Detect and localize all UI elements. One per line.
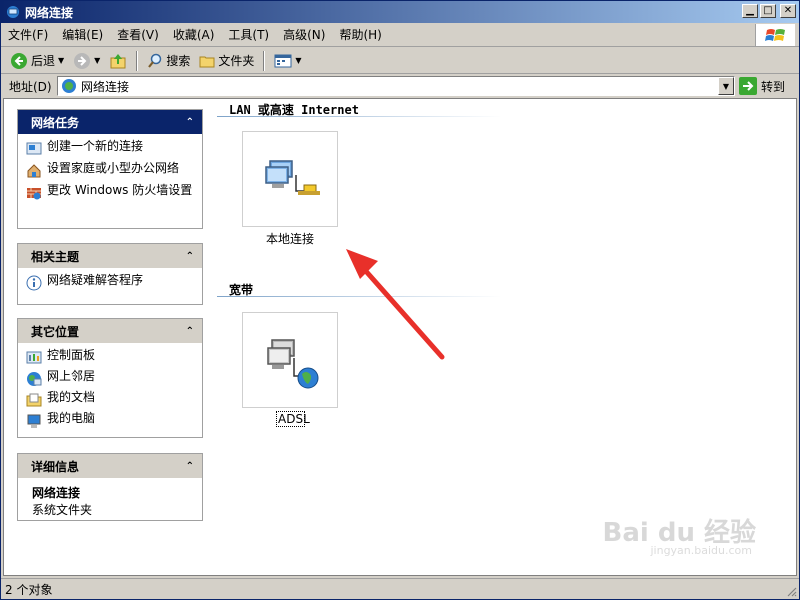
views-dropdown-icon: ▼	[295, 56, 302, 65]
windows-logo-icon	[755, 24, 795, 46]
up-folder-icon	[110, 53, 126, 68]
close-icon: ✕	[783, 5, 793, 16]
window-title: 网络连接	[25, 5, 74, 20]
views-icon	[274, 54, 292, 67]
back-dropdown-icon[interactable]: ▼	[58, 56, 64, 65]
watermark-url: jingyan.baidu.com	[650, 544, 752, 557]
chevron-down-icon: ▼	[722, 81, 730, 91]
menu-bar: 文件(F) 编辑(E) 查看(V) 收藏(A) 工具(T) 高级(N) 帮助(H…	[1, 23, 799, 47]
folder-icon	[199, 56, 215, 67]
go-label: 转到	[761, 79, 786, 94]
forward-button[interactable]: ▼	[70, 50, 103, 72]
search-button[interactable]: 搜索	[144, 50, 193, 72]
status-text: 2 个对象	[5, 582, 53, 597]
close-button[interactable]: ✕	[780, 4, 796, 18]
up-folder-button[interactable]	[106, 50, 130, 72]
maximize-button[interactable]: □	[760, 4, 776, 18]
address-input[interactable]: 网络连接 ▼	[57, 76, 735, 96]
title-bar[interactable]: 网络连接 ▁ □ ✕	[1, 1, 799, 23]
toolbar-separator	[263, 50, 266, 71]
back-arrow-icon	[11, 52, 27, 69]
views-button[interactable]: ▼	[271, 50, 304, 72]
search-label: 搜索	[166, 54, 191, 68]
address-value: 网络连接	[81, 79, 130, 94]
menu-favorites[interactable]: 收藏(A)	[166, 25, 222, 45]
back-label: 后退	[31, 54, 56, 68]
menu-file[interactable]: 文件(F)	[1, 25, 55, 45]
forward-arrow-icon	[74, 52, 91, 69]
resize-grip-icon[interactable]	[785, 585, 797, 597]
maximize-icon: □	[763, 5, 773, 16]
minimize-icon: ▁	[746, 5, 754, 16]
address-dropdown-button[interactable]: ▼	[718, 77, 734, 95]
menu-advanced[interactable]: 高级(N)	[276, 25, 332, 45]
back-button[interactable]: 后退 ▼	[7, 50, 67, 72]
toolbar-separator	[136, 50, 139, 71]
folders-label: 文件夹	[218, 54, 255, 68]
go-arrow-icon	[739, 77, 757, 95]
search-icon	[148, 53, 162, 68]
go-button[interactable]: 转到	[739, 76, 785, 96]
menu-tools[interactable]: 工具(T)	[221, 25, 276, 45]
network-connections-icon	[7, 6, 19, 18]
address-label: 地址(D)	[9, 79, 52, 94]
minimize-button[interactable]: ▁	[742, 4, 758, 18]
network-connections-icon	[62, 79, 76, 93]
folders-button[interactable]: 文件夹	[196, 50, 257, 72]
annotation-arrow	[346, 249, 445, 360]
menu-help[interactable]: 帮助(H)	[332, 25, 388, 45]
content-area: 网络任务 ⌃ 创建一个新的连接 设置家庭或小型办公网络 更改 Windows 防…	[3, 98, 797, 576]
menu-edit[interactable]: 编辑(E)	[55, 25, 110, 45]
address-bar: 地址(D) 网络连接 ▼ 转到	[1, 75, 799, 97]
menu-view[interactable]: 查看(V)	[110, 25, 166, 45]
toolbar: 后退 ▼ ▼ 搜索 文件夹 ▼	[1, 48, 799, 74]
explorer-window: 网络连接 ▁ □ ✕ 文件(F) 编辑(E) 查看(V) 收藏(A) 工具(T)…	[0, 0, 800, 600]
status-bar: 2 个对象	[1, 578, 799, 599]
forward-dropdown-icon[interactable]: ▼	[94, 56, 100, 65]
